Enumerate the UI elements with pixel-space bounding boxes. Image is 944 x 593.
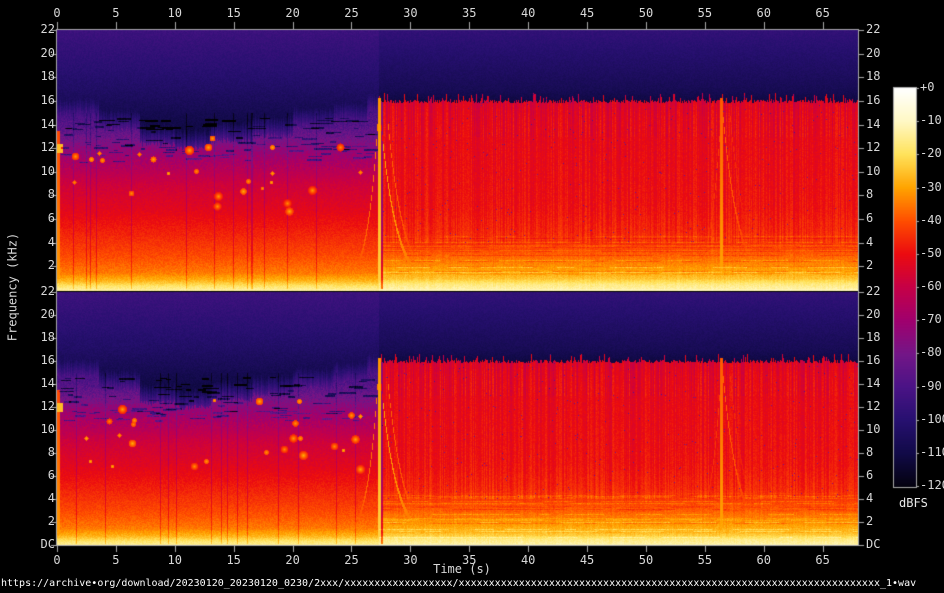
freq-tick-label-left: 10 xyxy=(19,423,55,436)
freq-tick-label-left: 8 xyxy=(19,446,55,459)
freq-tick-label-right: 2 xyxy=(866,515,873,528)
time-tick-label-top: 45 xyxy=(580,7,594,20)
colorbar-tick-label: -50 xyxy=(920,247,942,260)
freq-tick-label-left: 12 xyxy=(19,400,55,413)
time-tick-label-top: 25 xyxy=(344,7,358,20)
colorbar-tick-label: -120 xyxy=(920,479,944,492)
time-tick-label-top: 35 xyxy=(462,7,476,20)
freq-tick-label-left: 20 xyxy=(19,308,55,321)
time-tick-label-bottom: 5 xyxy=(112,554,119,567)
time-tick-label-bottom: 20 xyxy=(285,554,299,567)
colorbar-tick-label: -70 xyxy=(920,313,942,326)
colorbar-tick-label: -80 xyxy=(920,346,942,359)
freq-tick-label-right: 8 xyxy=(866,446,873,459)
colorbar-tick-label: +0 xyxy=(920,81,934,94)
freq-tick-label-right: 10 xyxy=(866,165,880,178)
freq-tick-label-right: 18 xyxy=(866,70,880,83)
freq-tick-label-right: 22 xyxy=(866,23,880,36)
colorbar-tick-label: -100 xyxy=(920,413,944,426)
colorbar-tick-label: -10 xyxy=(920,114,942,127)
time-tick-label-bottom: 45 xyxy=(580,554,594,567)
freq-tick-label-right: 12 xyxy=(866,141,880,154)
freq-tick-label-left: 22 xyxy=(19,285,55,298)
freq-tick-label-left: 22 xyxy=(19,23,55,36)
time-tick-label-top: 10 xyxy=(168,7,182,20)
freq-tick-label-right: 4 xyxy=(866,492,873,505)
spectrogram-screen: 0055101015152020252530303535404045455050… xyxy=(0,0,944,593)
freq-tick-label-left: 12 xyxy=(19,141,55,154)
freq-tick-label-right: 20 xyxy=(866,308,880,321)
freq-tick-label-right: 2 xyxy=(866,259,873,272)
freq-tick-label-left: 2 xyxy=(19,259,55,272)
freq-tick-label-left: 18 xyxy=(19,331,55,344)
time-tick-label-top: 0 xyxy=(53,7,60,20)
freq-tick-label-right: 22 xyxy=(866,285,880,298)
time-tick-label-bottom: 55 xyxy=(698,554,712,567)
freq-tick-label-right: 16 xyxy=(866,354,880,367)
time-tick-label-top: 20 xyxy=(285,7,299,20)
freq-tick-label-right: 4 xyxy=(866,236,873,249)
time-tick-label-bottom: 25 xyxy=(344,554,358,567)
time-tick-label-top: 15 xyxy=(226,7,240,20)
colorbar-tick-label: -40 xyxy=(920,214,942,227)
freq-tick-label-left: 4 xyxy=(19,492,55,505)
time-tick-label-top: 60 xyxy=(757,7,771,20)
colorbar-tick-label: -20 xyxy=(920,147,942,160)
time-tick-label-bottom: 10 xyxy=(168,554,182,567)
time-tick-label-bottom: 65 xyxy=(815,554,829,567)
freq-tick-label-left: 16 xyxy=(19,94,55,107)
freq-tick-label-left: 8 xyxy=(19,188,55,201)
x-axis-title: Time (s) xyxy=(433,563,491,576)
freq-tick-label-left: 18 xyxy=(19,70,55,83)
spectrogram-canvas xyxy=(0,0,944,593)
freq-tick-label-left: 20 xyxy=(19,47,55,60)
freq-tick-label-right: 6 xyxy=(866,212,873,225)
colorbar-tick-label: -60 xyxy=(920,280,942,293)
freq-tick-label-left: 14 xyxy=(19,377,55,390)
time-tick-label-bottom: 50 xyxy=(639,554,653,567)
colorbar-tick-label: -110 xyxy=(920,446,944,459)
freq-tick-label-right: 16 xyxy=(866,94,880,107)
freq-tick-label-left: 6 xyxy=(19,212,55,225)
time-tick-label-bottom: 15 xyxy=(226,554,240,567)
time-tick-label-top: 5 xyxy=(112,7,119,20)
source-url: https://archive•org/download/20230120_20… xyxy=(1,578,916,589)
time-tick-label-bottom: 30 xyxy=(403,554,417,567)
freq-tick-label-left: 6 xyxy=(19,469,55,482)
time-tick-label-bottom: 60 xyxy=(757,554,771,567)
y-axis-title: Frequency (kHz) xyxy=(7,233,20,341)
freq-tick-label-left: DC xyxy=(19,538,55,551)
time-tick-label-top: 30 xyxy=(403,7,417,20)
freq-tick-label-right: 18 xyxy=(866,331,880,344)
time-tick-label-top: 65 xyxy=(815,7,829,20)
freq-tick-label-right: DC xyxy=(866,538,880,551)
colorbar-tick-label: -30 xyxy=(920,181,942,194)
time-tick-label-bottom: 0 xyxy=(53,554,60,567)
freq-tick-label-right: 14 xyxy=(866,118,880,131)
time-tick-label-top: 55 xyxy=(698,7,712,20)
freq-tick-label-right: 8 xyxy=(866,188,873,201)
colorbar-tick-label: -90 xyxy=(920,380,942,393)
freq-tick-label-right: 6 xyxy=(866,469,873,482)
freq-tick-label-right: 14 xyxy=(866,377,880,390)
freq-tick-label-left: 16 xyxy=(19,354,55,367)
time-tick-label-bottom: 40 xyxy=(521,554,535,567)
freq-tick-label-left: 10 xyxy=(19,165,55,178)
freq-tick-label-left: 4 xyxy=(19,236,55,249)
time-tick-label-top: 50 xyxy=(639,7,653,20)
freq-tick-label-left: 14 xyxy=(19,118,55,131)
freq-tick-label-right: 10 xyxy=(866,423,880,436)
freq-tick-label-left: 2 xyxy=(19,515,55,528)
freq-tick-label-right: 12 xyxy=(866,400,880,413)
colorbar-title: dBFS xyxy=(899,497,928,510)
time-tick-label-top: 40 xyxy=(521,7,535,20)
freq-tick-label-right: 20 xyxy=(866,47,880,60)
